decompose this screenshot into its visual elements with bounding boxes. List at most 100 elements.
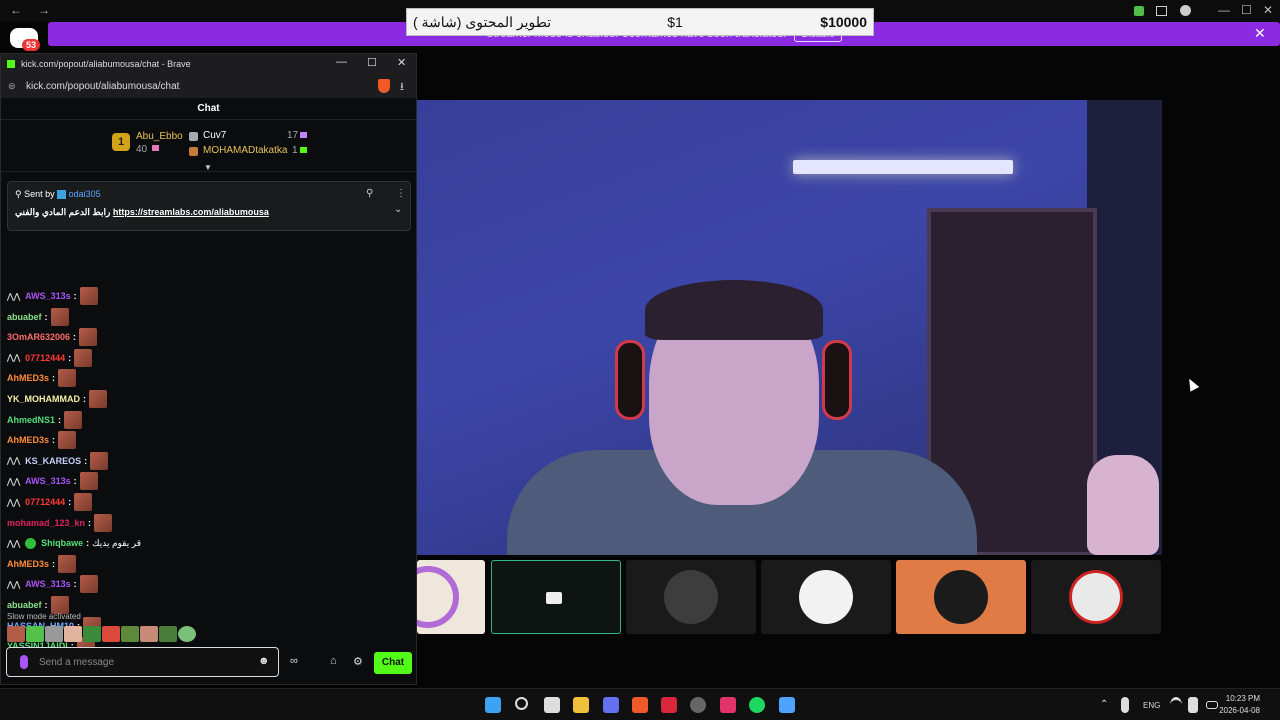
emote-button[interactable] xyxy=(121,626,139,642)
chat-username[interactable]: AWS_313s xyxy=(25,291,71,301)
expand-icon[interactable]: ▼ xyxy=(204,163,212,172)
discord-icon[interactable] xyxy=(603,697,619,713)
mouse-cursor xyxy=(1184,376,1200,392)
clock-date[interactable]: 2026-04-08 xyxy=(1210,706,1260,715)
app-icon[interactable] xyxy=(690,697,706,713)
pinned-sender-line: ⚲ Sent by odai305 xyxy=(15,189,101,200)
chat-username[interactable]: KS_KAREOS xyxy=(25,456,81,466)
screen-icon[interactable] xyxy=(1156,6,1167,16)
settings-icon[interactable]: ⚙ xyxy=(353,655,363,668)
sent-by-label: Sent by xyxy=(24,189,55,199)
emote-image xyxy=(89,390,107,408)
chat-username[interactable]: AhMED3s xyxy=(7,435,49,445)
language-indicator[interactable]: ENG xyxy=(1143,701,1160,710)
emote-button[interactable] xyxy=(45,626,63,642)
third-name[interactable]: MOHAMADtakatka xyxy=(203,145,287,156)
chat-message: ⋀⋀ 07712444: xyxy=(7,348,93,367)
banner-close-icon[interactable]: ✕ xyxy=(1254,25,1266,42)
leader-name[interactable]: Abu_Ebbo xyxy=(136,131,183,142)
chat-username[interactable]: AhMED3s xyxy=(7,559,49,569)
emote-button[interactable] xyxy=(102,626,120,642)
help-icon[interactable] xyxy=(1180,5,1191,16)
emote-button[interactable] xyxy=(140,626,158,642)
chat-username[interactable]: 07712444 xyxy=(25,497,65,507)
emote-image xyxy=(94,513,113,532)
windows-start-icon[interactable] xyxy=(485,697,501,713)
microphone-icon[interactable] xyxy=(20,655,28,669)
close-icon[interactable]: ✕ xyxy=(397,56,406,69)
share-icon[interactable]: ∞ xyxy=(290,655,298,667)
thumbnail-5[interactable] xyxy=(896,560,1026,634)
thumbnail-6[interactable] xyxy=(1031,560,1161,634)
url-text[interactable]: kick.com/popout/aliabumousa/chat xyxy=(26,81,179,92)
second-name[interactable]: Cuv7 xyxy=(203,130,226,141)
back-icon[interactable]: ← xyxy=(10,3,22,17)
close-icon[interactable]: ✕ xyxy=(1263,3,1273,17)
emote-button[interactable] xyxy=(159,626,177,642)
minimize-icon[interactable]: — xyxy=(336,56,347,68)
chat-username[interactable]: AWS_313s xyxy=(25,476,71,486)
folder-icon[interactable] xyxy=(573,697,589,713)
forward-icon[interactable]: → xyxy=(38,3,50,17)
wifi-icon[interactable] xyxy=(1170,697,1182,713)
thumbnail-1[interactable] xyxy=(417,560,485,634)
chat-message: mohamad_123_kn: xyxy=(7,513,113,532)
chat-username[interactable]: 07712444 xyxy=(25,353,65,363)
clock-time[interactable]: 10:23 PM xyxy=(1218,694,1260,703)
store-icon[interactable]: ⌂ xyxy=(330,655,337,667)
minimize-icon[interactable]: — xyxy=(1218,3,1230,17)
app-icon[interactable] xyxy=(720,697,736,713)
download-icon[interactable]: ⭳ xyxy=(400,78,404,97)
more-options-icon[interactable]: ⋮ xyxy=(396,188,406,199)
thumbnail-camera[interactable] xyxy=(491,560,621,634)
pinned-text: رابط الدعم المادي والفني https://streaml… xyxy=(15,207,269,218)
chat-username[interactable]: 3OmAR632006 xyxy=(7,332,70,342)
emote-button[interactable] xyxy=(64,626,82,642)
gift-leaderboard: 1 Abu_Ebbo 40 Cuv7 17 MOHAMADtakatka 1 ▼ xyxy=(1,120,416,172)
brave-shield-icon[interactable] xyxy=(378,79,390,93)
site-info-icon[interactable]: ⊜ xyxy=(8,81,16,92)
microphone-icon[interactable] xyxy=(1121,697,1129,713)
emoji-icon[interactable]: ☻ xyxy=(258,655,270,667)
thumbnail-4[interactable] xyxy=(761,560,891,634)
maximize-icon[interactable]: ☐ xyxy=(367,56,377,69)
chat-username[interactable]: AhmedNS1 xyxy=(7,415,55,425)
discord-notification-badge: 53 xyxy=(22,39,41,51)
address-bar[interactable]: ⊜ kick.com/popout/aliabumousa/chat ⭳ xyxy=(1,74,416,98)
send-chat-button[interactable]: Chat xyxy=(374,652,412,674)
brave-icon[interactable] xyxy=(632,697,648,713)
chat-username[interactable]: AhMED3s xyxy=(7,373,49,383)
chat-username[interactable]: abuabef xyxy=(7,312,42,322)
chat-username[interactable]: AWS_313s xyxy=(25,579,71,589)
chat-message-input[interactable] xyxy=(39,654,249,670)
chat-input-box[interactable]: ☻ xyxy=(6,647,279,677)
browser-window: kick.com/popout/aliabumousa/chat - Brave… xyxy=(0,53,417,685)
chat-username[interactable]: abuabef xyxy=(7,600,42,610)
emote-button[interactable] xyxy=(83,626,101,642)
chat-separator: : xyxy=(84,455,88,466)
unpin-icon[interactable]: ⚲ xyxy=(366,188,373,199)
third-count: 1 xyxy=(292,145,298,156)
emote-image xyxy=(50,307,69,326)
chat-username[interactable]: YK_MOHAMMAD xyxy=(7,394,80,404)
pinned-sender[interactable]: odai305 xyxy=(69,189,101,199)
maximize-icon[interactable]: ☐ xyxy=(1241,3,1252,17)
tray-overflow-icon[interactable]: ⌃ xyxy=(1100,699,1108,710)
mod-badge-icon: ⋀⋀ xyxy=(7,476,21,486)
volume-icon[interactable] xyxy=(1188,697,1198,713)
emote-button[interactable] xyxy=(26,626,44,642)
chat-username[interactable]: Shiqbawe xyxy=(41,538,83,548)
store-icon[interactable] xyxy=(544,697,560,713)
collapse-icon[interactable]: ⌄ xyxy=(394,204,402,215)
spotify-icon[interactable] xyxy=(749,697,765,713)
app-icon[interactable] xyxy=(779,697,795,713)
app-icon[interactable] xyxy=(661,697,677,713)
search-icon[interactable] xyxy=(515,697,528,710)
thumbnail-3[interactable] xyxy=(626,560,756,634)
emote-button[interactable] xyxy=(178,626,196,642)
emote-button[interactable] xyxy=(7,626,25,642)
pinned-link[interactable]: https://streamlabs.com/aliabumousa xyxy=(113,207,269,217)
leaf-icon[interactable] xyxy=(1134,6,1144,16)
chat-username[interactable]: mohamad_123_kn xyxy=(7,518,85,528)
emote-image xyxy=(79,575,98,594)
